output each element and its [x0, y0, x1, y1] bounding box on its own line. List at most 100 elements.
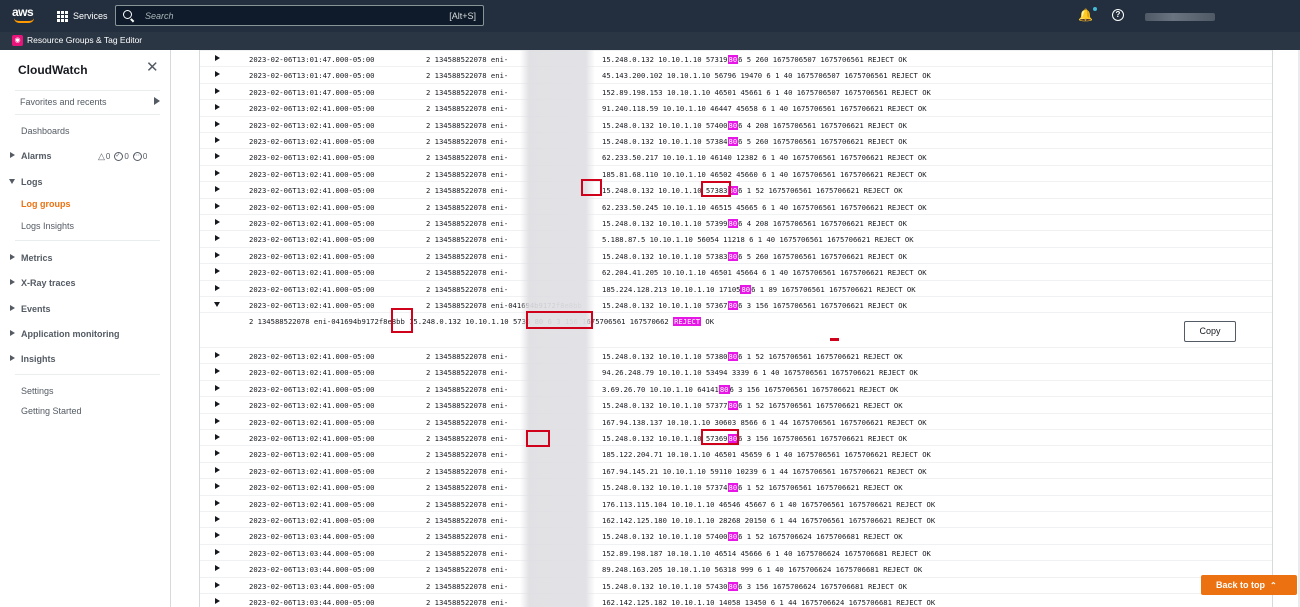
log-event-row[interactable]: 2023-02-06T13:02:41.000-05:00 2 134588522… [200, 461, 1272, 478]
log-event-row[interactable]: 2023-02-06T13:03:44.000-05:00 2 134588522… [200, 543, 1272, 560]
caret-right-icon[interactable] [215, 483, 220, 490]
log-event-row[interactable]: 2023-02-06T13:02:41.000-05:00 2 134588522… [200, 148, 1272, 164]
caret-right-icon[interactable] [215, 352, 220, 358]
log-event-row[interactable]: 2023-02-06T13:01:47.000-05:00 2 134588522… [200, 50, 1272, 66]
caret-right-icon[interactable] [215, 368, 220, 375]
log-event-row[interactable]: 2023-02-06T13:02:41.000-05:00 2 134588522… [200, 279, 1272, 296]
sidebar-item-settings[interactable]: Settings [21, 386, 54, 396]
caret-right-icon[interactable] [215, 104, 220, 111]
log-account-eni: 2 134588522078 eni- [426, 401, 509, 411]
close-icon[interactable]: ✕ [146, 60, 159, 75]
caret-right-icon[interactable] [215, 417, 220, 424]
log-event-row[interactable]: 2023-02-06T13:03:44.000-05:00 2 134588522… [200, 527, 1272, 543]
caret-right-icon[interactable] [215, 71, 220, 78]
log-event-row[interactable]: 2023-02-06T13:02:41.000-05:00 2 134588522… [200, 164, 1272, 181]
caret-right-icon[interactable] [215, 532, 220, 539]
log-event-row[interactable]: 2023-02-06T13:02:41.000-05:00 2 134588522… [200, 197, 1272, 214]
log-event-row-expanded[interactable]: 2023-02-06T13:02:41.000-05:00 2 134588522… [200, 296, 1272, 312]
app-monitoring-expand-caret-icon[interactable] [10, 330, 15, 336]
xray-expand-caret-icon[interactable] [10, 279, 15, 285]
log-event-row[interactable]: 2023-02-06T13:02:41.000-05:00 2 134588522… [200, 396, 1272, 412]
sidebar-item-insights[interactable]: Insights [21, 354, 56, 364]
log-event-row[interactable]: 2023-02-06T13:02:41.000-05:00 2 134588522… [200, 99, 1272, 115]
sidebar-item-events[interactable]: Events [21, 304, 51, 314]
caret-right-icon[interactable] [215, 401, 220, 408]
log-event-row[interactable]: 2023-02-06T13:02:41.000-05:00 2 134588522… [200, 494, 1272, 511]
log-event-row[interactable]: 2023-02-06T13:02:41.000-05:00 2 134588522… [200, 412, 1272, 429]
log-event-row[interactable]: 2023-02-06T13:02:41.000-05:00 2 134588522… [200, 478, 1272, 494]
sidebar-item-getting-started[interactable]: Getting Started [21, 406, 82, 416]
caret-right-icon[interactable] [215, 284, 220, 291]
sidebar-item-logs[interactable]: Logs [21, 177, 43, 187]
annotation-red-box [526, 311, 593, 329]
expanded-log-message[interactable]: 2 134588522078 eni-041694b9172f8e8bb 15.… [249, 317, 714, 326]
caret-right-icon[interactable] [215, 251, 220, 258]
log-event-row[interactable]: 2023-02-06T13:02:41.000-05:00 2 134588522… [200, 132, 1272, 148]
alarms-expand-caret-icon[interactable] [10, 152, 15, 158]
caret-right-icon[interactable] [215, 202, 220, 209]
sidebar-item-dashboards[interactable]: Dashboards [21, 126, 70, 136]
log-event-row[interactable]: 2023-02-06T13:02:41.000-05:00 2 134588522… [200, 230, 1272, 246]
caret-right-icon[interactable] [215, 235, 220, 242]
sidebar-item-xray-traces[interactable]: X-Ray traces [21, 278, 76, 288]
sidebar-item-log-groups[interactable]: Log groups [21, 199, 71, 209]
caret-right-icon[interactable] [215, 55, 220, 61]
caret-right-icon[interactable] [215, 87, 220, 94]
log-event-row[interactable]: 2023-02-06T13:03:44.000-05:00 2 134588522… [200, 560, 1272, 576]
log-events-table[interactable]: 2 134588522078 eni-041694b9172f8e8bb 15.… [199, 50, 1273, 607]
caret-right-icon[interactable] [215, 434, 220, 440]
insights-expand-caret-icon[interactable] [10, 355, 15, 361]
sidebar-item-application-monitoring[interactable]: Application monitoring [21, 329, 120, 339]
help-icon[interactable]: ? [1112, 9, 1124, 21]
account-menu-redacted[interactable] [1145, 13, 1215, 21]
services-menu-button[interactable]: Services [57, 9, 108, 23]
caret-right-icon[interactable] [215, 169, 220, 176]
metrics-expand-caret-icon[interactable] [10, 254, 15, 260]
copy-button[interactable]: Copy [1184, 321, 1236, 342]
resource-groups-link[interactable]: Resource Groups & Tag Editor [27, 35, 142, 45]
log-event-row[interactable]: 2023-02-06T13:01:47.000-05:00 2 134588522… [200, 82, 1272, 99]
log-timestamp: 2023-02-06T13:02:41.000-05:00 [249, 384, 375, 394]
caret-right-icon[interactable] [215, 268, 220, 275]
search-input[interactable] [145, 10, 450, 21]
caret-right-icon[interactable] [215, 384, 220, 391]
caret-right-icon[interactable] [215, 581, 220, 588]
log-event-row[interactable]: 2023-02-06T13:03:44.000-05:00 2 134588522… [200, 593, 1272, 607]
caret-right-icon[interactable] [215, 186, 220, 193]
log-event-row[interactable]: 2023-02-06T13:02:41.000-05:00 2 134588522… [200, 263, 1272, 279]
sidebar-item-alarms[interactable]: Alarms [21, 151, 52, 161]
caret-right-icon[interactable] [215, 466, 220, 473]
events-expand-caret-icon[interactable] [10, 305, 15, 311]
caret-right-icon[interactable] [215, 499, 220, 506]
log-event-row[interactable]: 2023-02-06T13:02:41.000-05:00 2 134588522… [200, 115, 1272, 132]
log-event-row[interactable]: 2023-02-06T13:01:47.000-05:00 2 134588522… [200, 66, 1272, 82]
caret-right-icon[interactable] [215, 450, 220, 457]
log-event-row[interactable]: 2023-02-06T13:02:41.000-05:00 2 134588522… [200, 363, 1272, 379]
logs-collapse-caret-icon[interactable] [9, 179, 15, 184]
log-event-row[interactable]: 2023-02-06T13:03:44.000-05:00 2 134588522… [200, 576, 1272, 593]
caret-right-icon[interactable] [215, 548, 220, 555]
sidebar-item-metrics[interactable]: Metrics [21, 253, 53, 263]
log-event-row[interactable]: 2023-02-06T13:02:41.000-05:00 2 134588522… [200, 181, 1272, 197]
alarm-state-counts[interactable]: △ 0 ✓ 0 ⋯ 0 [98, 151, 147, 162]
sidebar-item-logs-insights[interactable]: Logs Insights [21, 221, 74, 231]
log-event-row[interactable]: 2023-02-06T13:02:41.000-05:00 2 134588522… [200, 347, 1272, 363]
caret-right-icon[interactable] [215, 153, 220, 160]
notifications-bell-icon[interactable]: 🔔 [1078, 8, 1093, 22]
log-event-row[interactable]: 2023-02-06T13:02:41.000-05:00 2 134588522… [200, 511, 1272, 527]
log-event-row[interactable]: 2023-02-06T13:02:41.000-05:00 2 134588522… [200, 379, 1272, 396]
log-event-row[interactable]: 2023-02-06T13:02:41.000-05:00 2 134588522… [200, 214, 1272, 230]
log-event-row[interactable]: 2023-02-06T13:02:41.000-05:00 2 134588522… [200, 445, 1272, 461]
back-to-top-button[interactable]: Back to top ⌃ [1201, 575, 1297, 595]
global-search-box[interactable]: [Alt+S] [115, 5, 484, 26]
aws-logo[interactable]: aws [12, 5, 36, 25]
caret-right-icon[interactable] [215, 219, 220, 225]
caret-down-icon[interactable] [214, 302, 220, 307]
caret-right-icon[interactable] [215, 598, 220, 604]
caret-right-icon[interactable] [215, 120, 220, 127]
caret-right-icon[interactable] [215, 137, 220, 143]
log-event-row[interactable]: 2023-02-06T13:02:41.000-05:00 2 134588522… [200, 246, 1272, 263]
caret-right-icon[interactable] [215, 516, 220, 522]
favorites-and-recents-toggle[interactable]: Favorites and recents [0, 92, 171, 112]
caret-right-icon[interactable] [215, 565, 220, 572]
